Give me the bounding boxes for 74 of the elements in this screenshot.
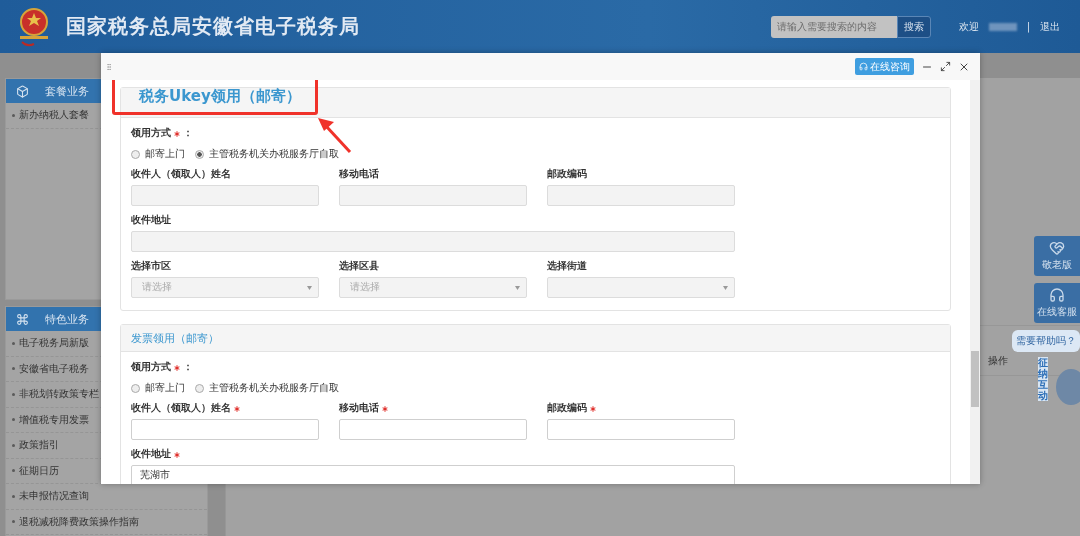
- sidebar-item[interactable]: 非税划转政策专栏: [19, 387, 99, 402]
- radio-icon[interactable]: [195, 383, 204, 393]
- search-field[interactable]: 请输入需要搜索的内容: [770, 15, 897, 38]
- panel-title: 套餐业务: [45, 83, 89, 99]
- bullet-icon: [12, 494, 15, 498]
- text-field[interactable]: [339, 419, 527, 440]
- field-label: 移动电话: [339, 168, 379, 181]
- field-label: 收件地址: [131, 214, 171, 227]
- panel-title: 特色业务: [45, 311, 89, 327]
- text-field[interactable]: [547, 419, 735, 440]
- radio-option[interactable]: 主管税务机关办税服务厅自取: [195, 381, 339, 395]
- field-label: 领用方式: [131, 127, 171, 140]
- side-dock-button[interactable]: 在线客服: [1034, 283, 1080, 323]
- section-title: 发票领用（邮寄）: [131, 330, 219, 346]
- field-label: 邮政编码: [547, 402, 587, 415]
- sidebar-item[interactable]: 新办纳税人套餐: [19, 108, 89, 123]
- radio-option[interactable]: 主管税务机关办税服务厅自取: [195, 147, 339, 161]
- welcome-text: 欢迎: [958, 19, 979, 34]
- radio-icon[interactable]: [131, 383, 140, 393]
- sidebar-item[interactable]: 征期日历: [19, 463, 59, 478]
- bullet-icon: [12, 418, 15, 422]
- help-bubble[interactable]: 需要帮助吗？: [1012, 330, 1080, 352]
- mascot-label: 征纳互动: [1038, 357, 1048, 401]
- headset-icon: [859, 62, 868, 71]
- caret-icon: [515, 285, 520, 290]
- bullet-icon: [12, 392, 15, 396]
- field-label: 收件人（领取人）姓名: [131, 168, 231, 181]
- scroll-thumb[interactable]: [971, 351, 979, 407]
- redacted-name: [988, 22, 1017, 31]
- headset-icon: [1049, 287, 1065, 303]
- column-header: 操作: [988, 353, 1008, 368]
- field-label: 选择街道: [547, 260, 587, 273]
- bullet-icon: [12, 520, 15, 524]
- sidebar-item[interactable]: 退税减税降费政策操作指南: [19, 514, 139, 529]
- bullet-icon: [12, 113, 15, 117]
- side-dock-button[interactable]: 敬老版: [1034, 236, 1080, 276]
- text-field[interactable]: [131, 419, 319, 440]
- colon-text: ：: [183, 127, 193, 140]
- colon-text: ：: [183, 361, 193, 374]
- logout-link[interactable]: 退出: [1040, 19, 1060, 34]
- cube-icon: [16, 84, 29, 98]
- scrollbar[interactable]: [970, 80, 980, 484]
- heart-hands-icon: [1049, 240, 1065, 256]
- maximize-icon[interactable]: [940, 61, 951, 72]
- field-label: 选择市区: [131, 260, 171, 273]
- sidebar-item[interactable]: 安徽省电子税务: [19, 361, 89, 376]
- bullet-icon: [12, 443, 15, 447]
- field-label: 收件人（领取人）姓名: [131, 402, 231, 415]
- field-label: 领用方式: [131, 361, 171, 374]
- caret-icon: [307, 285, 312, 290]
- field-label: 选择区县: [339, 260, 379, 273]
- separator-text: |: [1026, 21, 1030, 32]
- text-field[interactable]: 芜湖市: [131, 465, 735, 484]
- radio-icon[interactable]: [131, 149, 140, 159]
- radio-option[interactable]: 邮寄上门: [131, 381, 185, 395]
- bullet-icon: [12, 367, 15, 371]
- section-title: 税务Ukey领用（邮寄）: [139, 87, 301, 106]
- sidebar-item[interactable]: 政策指引: [19, 438, 59, 453]
- field-label: 移动电话: [339, 402, 379, 415]
- bullet-icon: [12, 469, 15, 473]
- site-title: 国家税务总局安徽省电子税务局: [66, 13, 360, 40]
- sidebar-item[interactable]: 未申报情况查询: [19, 489, 89, 504]
- bullet-icon: [12, 341, 15, 345]
- command-icon: [16, 312, 29, 326]
- drag-handle-icon[interactable]: [105, 62, 113, 71]
- radio-option[interactable]: 邮寄上门: [131, 147, 185, 161]
- radio-icon[interactable]: [195, 149, 204, 159]
- search-button[interactable]: 搜索: [896, 15, 931, 38]
- field-label: 邮政编码: [547, 168, 587, 181]
- field-label: 收件地址: [131, 448, 171, 461]
- consult-button[interactable]: 在线咨询: [855, 58, 914, 75]
- caret-icon: [723, 285, 728, 290]
- sidebar-item[interactable]: 电子税务局新版: [19, 336, 89, 351]
- sidebar-item[interactable]: 增值税专用发票: [19, 412, 89, 427]
